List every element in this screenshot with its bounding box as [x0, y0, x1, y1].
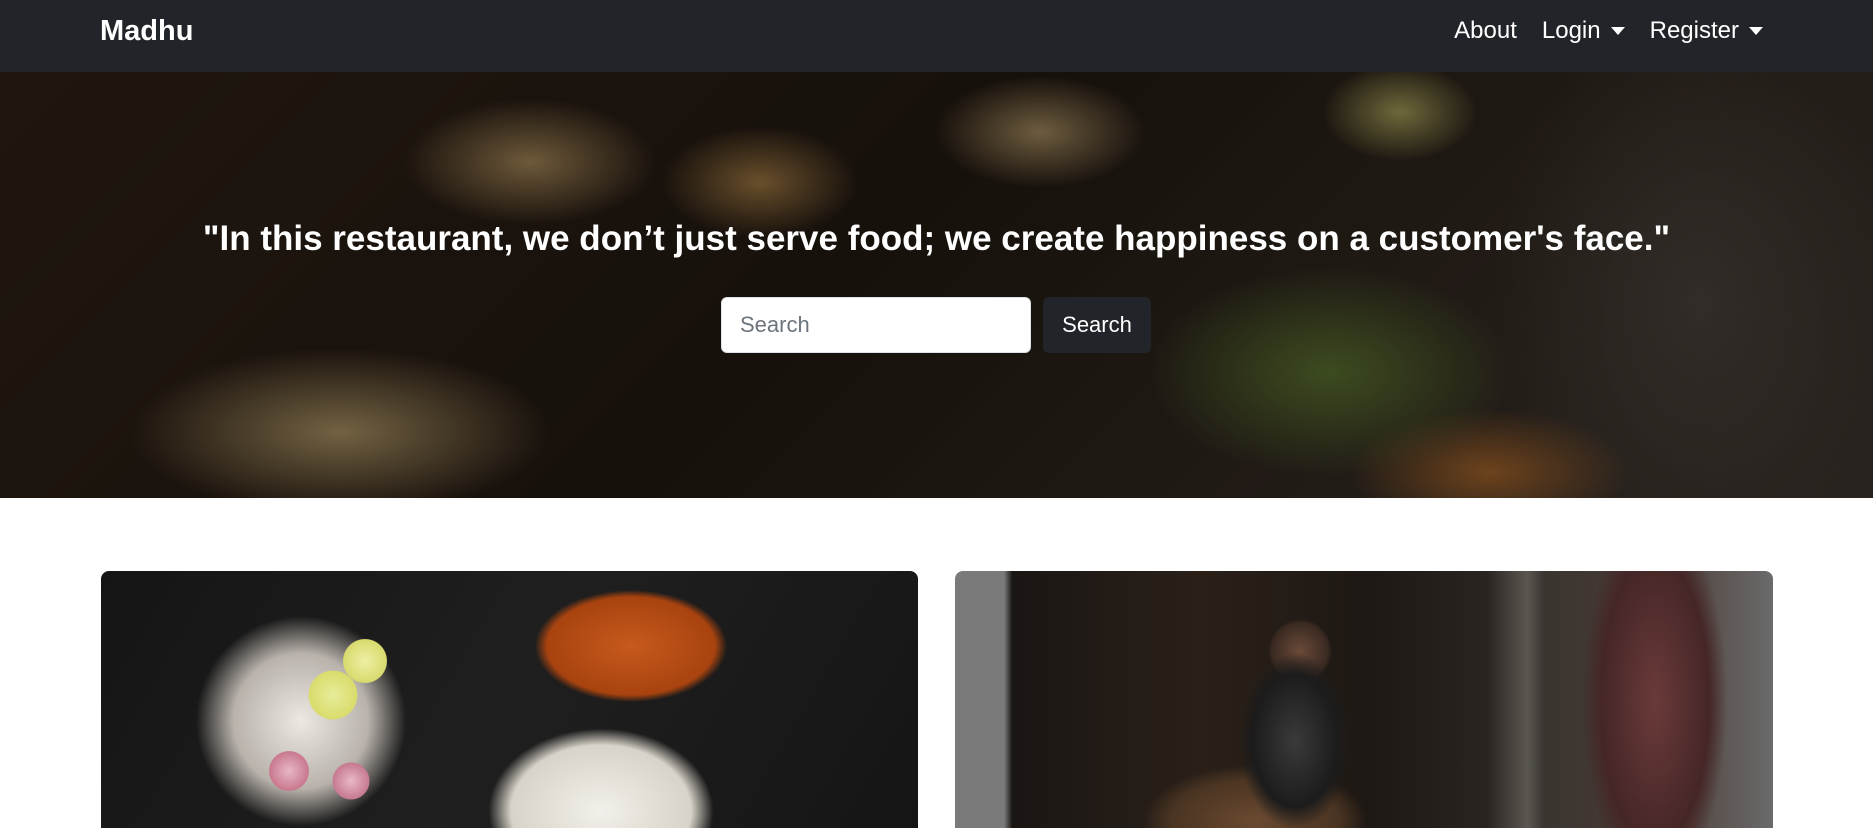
- card-image-restaurant-window: [955, 571, 1773, 828]
- nav-register-label: Register: [1649, 17, 1739, 44]
- search-input[interactable]: [721, 297, 1031, 353]
- brand-logo[interactable]: Madhu: [100, 14, 193, 48]
- nav-register-dropdown[interactable]: Register: [1650, 14, 1763, 48]
- nav-login-dropdown[interactable]: Login: [1542, 14, 1625, 48]
- nav-about-link[interactable]: About: [1454, 14, 1517, 48]
- nav-login-label: Login: [1541, 17, 1601, 44]
- hero-quote: "In this restaurant, we don’t just serve…: [202, 219, 1671, 258]
- nav-links: About Login Register: [1454, 14, 1763, 48]
- search-button[interactable]: Search: [1043, 297, 1151, 353]
- card-image-thali: [101, 571, 918, 828]
- navbar: Madhu About Login Register: [0, 0, 1873, 72]
- hero-banner: "In this restaurant, we don’t just serve…: [0, 72, 1873, 498]
- caret-down-icon: [1749, 27, 1763, 35]
- caret-down-icon: [1610, 27, 1625, 35]
- nav-about-label: About: [1454, 17, 1517, 44]
- search-form: Search: [721, 297, 1151, 353]
- hero-background-image: [0, 72, 1873, 498]
